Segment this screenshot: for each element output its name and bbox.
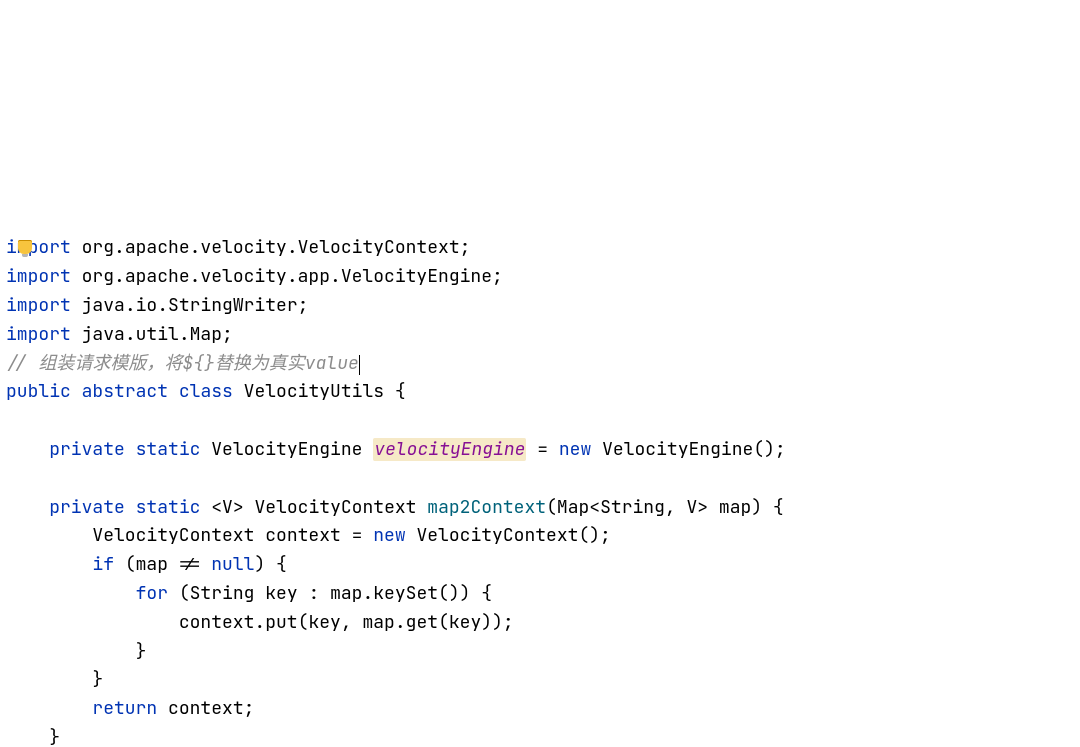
comment-text: // 组装请求模版，将${}替换为真实value: [6, 352, 359, 375]
kw-for: for: [136, 582, 168, 605]
code-line: import org.apache.velocity.VelocityConte…: [6, 236, 470, 259]
code-line: for (String key : map.keySet()) {: [6, 582, 492, 605]
arg: key: [449, 611, 481, 634]
kw-new: new: [559, 438, 591, 461]
code-line: if (map != null) {: [6, 553, 287, 576]
kw-class: class: [179, 380, 233, 403]
ctor-call: VelocityContext: [416, 524, 578, 547]
kw-import: import: [6, 294, 71, 317]
import-pkg: java.util.Map: [82, 323, 222, 346]
field-name-highlighted: velocityEngine: [373, 438, 526, 461]
kw-if: if: [92, 553, 114, 576]
param-name: map: [719, 496, 751, 519]
import-pkg: org.apache.velocity.VelocityContext: [82, 236, 460, 259]
kw-return: return: [92, 697, 157, 720]
param-type: Map<String, V>: [557, 496, 708, 519]
local-var: context: [265, 524, 341, 547]
kw-public: public: [6, 380, 71, 403]
caret-icon: [359, 355, 360, 375]
code-line: }: [6, 640, 146, 663]
intention-bulb-icon[interactable]: [18, 240, 32, 254]
kw-static: static: [136, 438, 201, 461]
code-line: VelocityContext context = new VelocityCo…: [6, 524, 611, 547]
type-param: <V>: [211, 496, 243, 519]
code-line: }: [6, 668, 103, 691]
code-line: private static <V> VelocityContext map2C…: [6, 496, 784, 519]
code-line: public abstract class VelocityUtils {: [6, 380, 406, 403]
kw-new: new: [373, 524, 405, 547]
code-line: import java.io.StringWriter;: [6, 294, 308, 317]
kw-import: import: [6, 236, 71, 259]
code-line: return context;: [6, 697, 254, 720]
kw-import: import: [6, 323, 71, 346]
cond-var: map: [136, 553, 168, 576]
call-expr: map.get: [362, 611, 438, 634]
import-pkg: org.apache.velocity.app.VelocityEngine: [82, 265, 492, 288]
code-line: import org.apache.velocity.app.VelocityE…: [6, 265, 503, 288]
code-line: private static VelocityEngine velocityEn…: [6, 438, 786, 461]
kw-import: import: [6, 265, 71, 288]
iter-expr: map.keySet(): [330, 582, 460, 605]
call-expr: context.put: [179, 611, 298, 634]
ctor-call: VelocityEngine: [602, 438, 753, 461]
field-type: VelocityEngine: [211, 438, 362, 461]
code-line-active: // 组装请求模版，将${}替换为真实value: [6, 352, 360, 375]
class-name: VelocityUtils: [244, 380, 384, 403]
iter-type: String: [190, 582, 255, 605]
code-line: context.put(key, map.get(key));: [6, 611, 514, 634]
code-editor[interactable]: import org.apache.velocity.VelocityConte…: [0, 144, 1080, 747]
return-type: VelocityContext: [254, 496, 416, 519]
import-pkg: java.io.StringWriter: [82, 294, 298, 317]
kw-static: static: [136, 496, 201, 519]
kw-private: private: [49, 438, 125, 461]
kw-private: private: [49, 496, 125, 519]
method-name: map2Context: [427, 496, 546, 519]
iter-var: key: [265, 582, 297, 605]
arg: key: [308, 611, 340, 634]
code-line: }: [6, 726, 60, 747]
kw-abstract: abstract: [82, 380, 168, 403]
return-expr: context: [168, 697, 244, 720]
local-type: VelocityContext: [92, 524, 254, 547]
kw-null: null: [211, 553, 254, 576]
code-line: import java.util.Map;: [6, 323, 233, 346]
